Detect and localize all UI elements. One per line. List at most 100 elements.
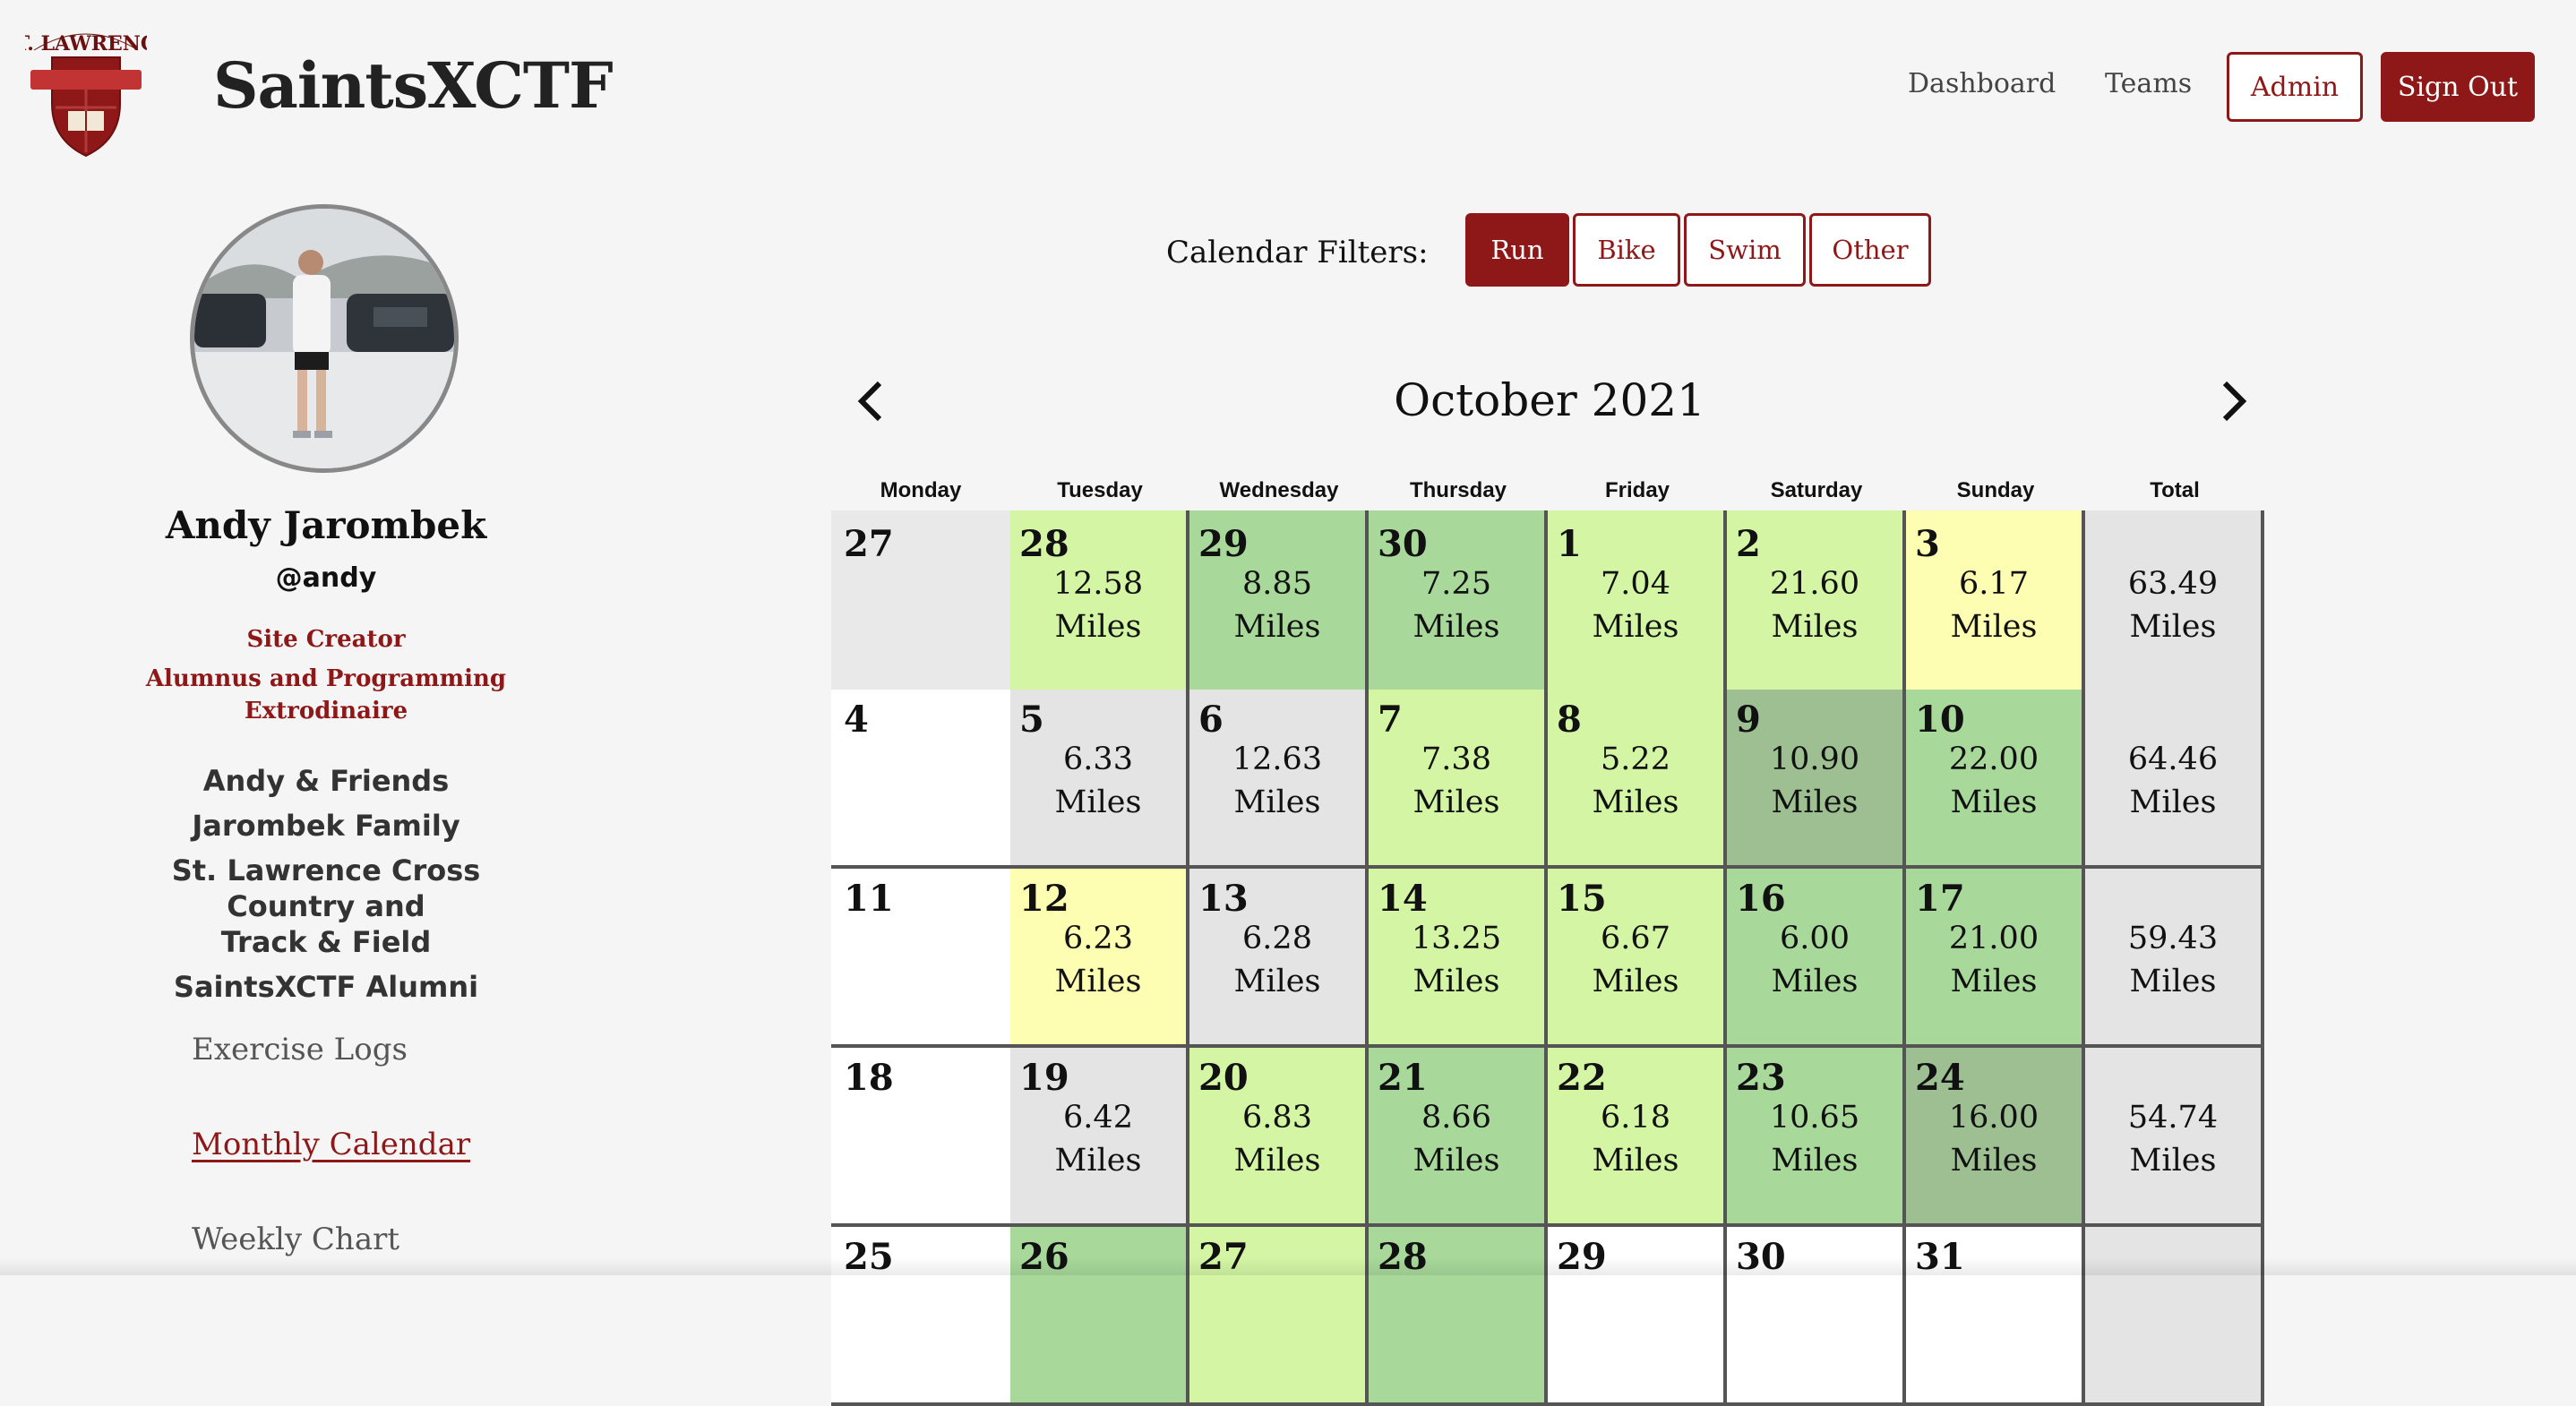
calendar-day-cell[interactable]: 1 7.04 Miles <box>1548 510 1727 693</box>
day-miles: 8.85 Miles <box>1189 562 1365 648</box>
miles-value: 6.17 <box>1959 566 2029 602</box>
next-month-icon[interactable] <box>2216 380 2252 423</box>
week-total-miles: 63.49 Miles <box>2085 562 2261 648</box>
miles-unit: Miles <box>1592 1143 1679 1179</box>
calendar-day-cell[interactable]: 29 <box>1548 1227 1727 1406</box>
day-number: 24 <box>1915 1057 1965 1099</box>
filter-swim-button[interactable]: Swim <box>1684 213 1806 287</box>
filter-run-button[interactable]: Run <box>1465 213 1569 287</box>
site-title[interactable]: SaintsXCTF <box>213 48 614 123</box>
calendar-day-cell[interactable]: 19 6.42 Miles <box>1010 1048 1189 1227</box>
calendar-day-cell[interactable]: 28 12.58 Miles <box>1010 510 1189 693</box>
group-item[interactable]: Track & Field <box>107 924 545 960</box>
day-miles: 8.66 Miles <box>1369 1096 1544 1182</box>
calendar-day-cell[interactable]: 26 <box>1010 1227 1189 1406</box>
calendar-day-cell[interactable]: 27 <box>831 510 1014 693</box>
calendar-day-cell[interactable]: 27 <box>1189 1227 1369 1406</box>
calendar-day-cell[interactable]: 10 22.00 Miles <box>1906 690 2085 869</box>
calendar-day-cell[interactable]: 25 <box>831 1227 1014 1406</box>
group-item[interactable]: St. Lawrence Cross Country and <box>107 853 545 924</box>
day-miles: 6.18 Miles <box>1548 1096 1723 1182</box>
calendar-filters-label: Calendar Filters: <box>1166 235 1429 270</box>
calendar-day-cell[interactable]: 6 12.63 Miles <box>1189 690 1369 869</box>
miles-value: 54.74 <box>2127 1100 2219 1136</box>
nav-teams-link[interactable]: Teams <box>2105 68 2192 99</box>
calendar-day-cell[interactable]: 7 7.38 Miles <box>1369 690 1548 869</box>
calendar-day-cell[interactable]: 30 <box>1727 1227 1906 1406</box>
group-item[interactable]: Andy & Friends <box>107 763 545 799</box>
flair-line: Site Creator <box>246 626 406 653</box>
nav-dashboard-link[interactable]: Dashboard <box>1908 68 2056 99</box>
miles-unit: Miles <box>2129 964 2217 999</box>
miles-unit: Miles <box>1950 1143 2038 1179</box>
week-total-cell[interactable]: 64.46 Miles <box>2085 690 2264 869</box>
exercise-logs-link[interactable]: Exercise Logs <box>192 1032 408 1067</box>
week-total-miles: 59.43 Miles <box>2085 917 2261 1003</box>
miles-unit: Miles <box>1771 609 1859 645</box>
calendar-day-cell[interactable]: 12 6.23 Miles <box>1010 869 1189 1048</box>
calendar-day-cell[interactable]: 9 10.90 Miles <box>1727 690 1906 869</box>
calendar-day-cell[interactable]: 16 6.00 Miles <box>1727 869 1906 1048</box>
profile-photo <box>194 209 454 468</box>
calendar-day-cell[interactable]: 17 21.00 Miles <box>1906 869 2085 1048</box>
calendar-day-cell[interactable]: 3 6.17 Miles <box>1906 510 2085 693</box>
previous-month-icon[interactable] <box>853 380 889 423</box>
group-item[interactable]: SaintsXCTF Alumni <box>107 969 545 1005</box>
calendar-day-cell[interactable]: 18 <box>831 1048 1014 1227</box>
miles-value: 7.25 <box>1421 566 1491 602</box>
calendar-day-cell[interactable]: 20 6.83 Miles <box>1189 1048 1369 1227</box>
calendar-day-cell[interactable]: 22 6.18 Miles <box>1548 1048 1727 1227</box>
weekly-chart-link[interactable]: Weekly Chart <box>192 1222 399 1257</box>
miles-unit: Miles <box>2129 1143 2217 1179</box>
filter-bike-button[interactable]: Bike <box>1573 213 1680 287</box>
day-miles: 7.04 Miles <box>1548 562 1723 648</box>
miles-unit: Miles <box>1413 964 1500 999</box>
flair-line: Alumnus and Programming <box>145 665 507 692</box>
calendar-day-cell[interactable]: 2 21.60 Miles <box>1727 510 1906 693</box>
calendar-day-cell[interactable]: 13 6.28 Miles <box>1189 869 1369 1048</box>
bottom-shadow <box>0 1257 2576 1275</box>
day-miles: 5.22 Miles <box>1548 738 1723 824</box>
week-total-cell[interactable]: 63.49 Miles <box>2085 510 2264 693</box>
day-number: 16 <box>1736 878 1786 920</box>
calendar-day-cell[interactable]: 30 7.25 Miles <box>1369 510 1548 693</box>
day-number: 7 <box>1378 699 1403 741</box>
group-item[interactable]: Jarombek Family <box>107 808 545 844</box>
filter-other-button[interactable]: Other <box>1809 213 1931 287</box>
calendar-day-cell[interactable]: 31 <box>1906 1227 2085 1406</box>
miles-value: 7.04 <box>1601 566 1670 602</box>
calendar-day-cell[interactable]: 15 6.67 Miles <box>1548 869 1727 1048</box>
day-number: 14 <box>1378 878 1428 920</box>
miles-value: 6.33 <box>1063 742 1133 777</box>
calendar-day-cell[interactable]: 29 8.85 Miles <box>1189 510 1369 693</box>
miles-value: 6.42 <box>1063 1100 1133 1136</box>
monthly-calendar-link[interactable]: Monthly Calendar <box>192 1127 470 1162</box>
day-number: 10 <box>1915 699 1965 741</box>
week-total-cell[interactable]: 54.74 Miles <box>2085 1048 2264 1227</box>
calendar-day-cell[interactable]: 5 6.33 Miles <box>1010 690 1189 869</box>
calendar-day-cell[interactable]: 28 <box>1369 1227 1548 1406</box>
calendar-day-cell[interactable]: 23 10.65 Miles <box>1727 1048 1906 1227</box>
sign-out-button[interactable]: Sign Out <box>2381 52 2535 122</box>
day-number: 5 <box>1019 699 1044 741</box>
calendar-day-cell[interactable]: 4 <box>831 690 1014 869</box>
calendar-day-cell[interactable]: 11 <box>831 869 1014 1048</box>
calendar-grid: 27 28 12.58 Miles 29 8.85 Miles 30 7.25 Miles 1 7.0… <box>831 510 2264 1406</box>
st-lawrence-logo[interactable]: ST. LAWRENCE <box>25 18 147 158</box>
miles-value: 16.00 <box>1948 1100 2039 1136</box>
profile-groups: Andy & Friends Jarombek Family St. Lawre… <box>107 763 545 1005</box>
calendar-day-cell[interactable]: 14 13.25 Miles <box>1369 869 1548 1048</box>
week-total-cell[interactable]: 59.43 Miles <box>2085 869 2264 1048</box>
miles-unit: Miles <box>1950 784 2038 820</box>
day-number: 15 <box>1557 878 1607 920</box>
miles-value: 6.67 <box>1601 921 1670 956</box>
calendar-day-cell[interactable]: 21 8.66 Miles <box>1369 1048 1548 1227</box>
miles-value: 21.60 <box>1769 566 1860 602</box>
calendar-day-cell[interactable]: 24 16.00 Miles <box>1906 1048 2085 1227</box>
day-of-week-label: Tuesday <box>1057 478 1143 502</box>
week-total-cell[interactable] <box>2085 1227 2264 1406</box>
admin-button[interactable]: Admin <box>2227 52 2363 122</box>
day-miles: 6.83 Miles <box>1189 1096 1365 1182</box>
day-miles: 6.23 Miles <box>1010 917 1186 1003</box>
calendar-day-cell[interactable]: 8 5.22 Miles <box>1548 690 1727 869</box>
